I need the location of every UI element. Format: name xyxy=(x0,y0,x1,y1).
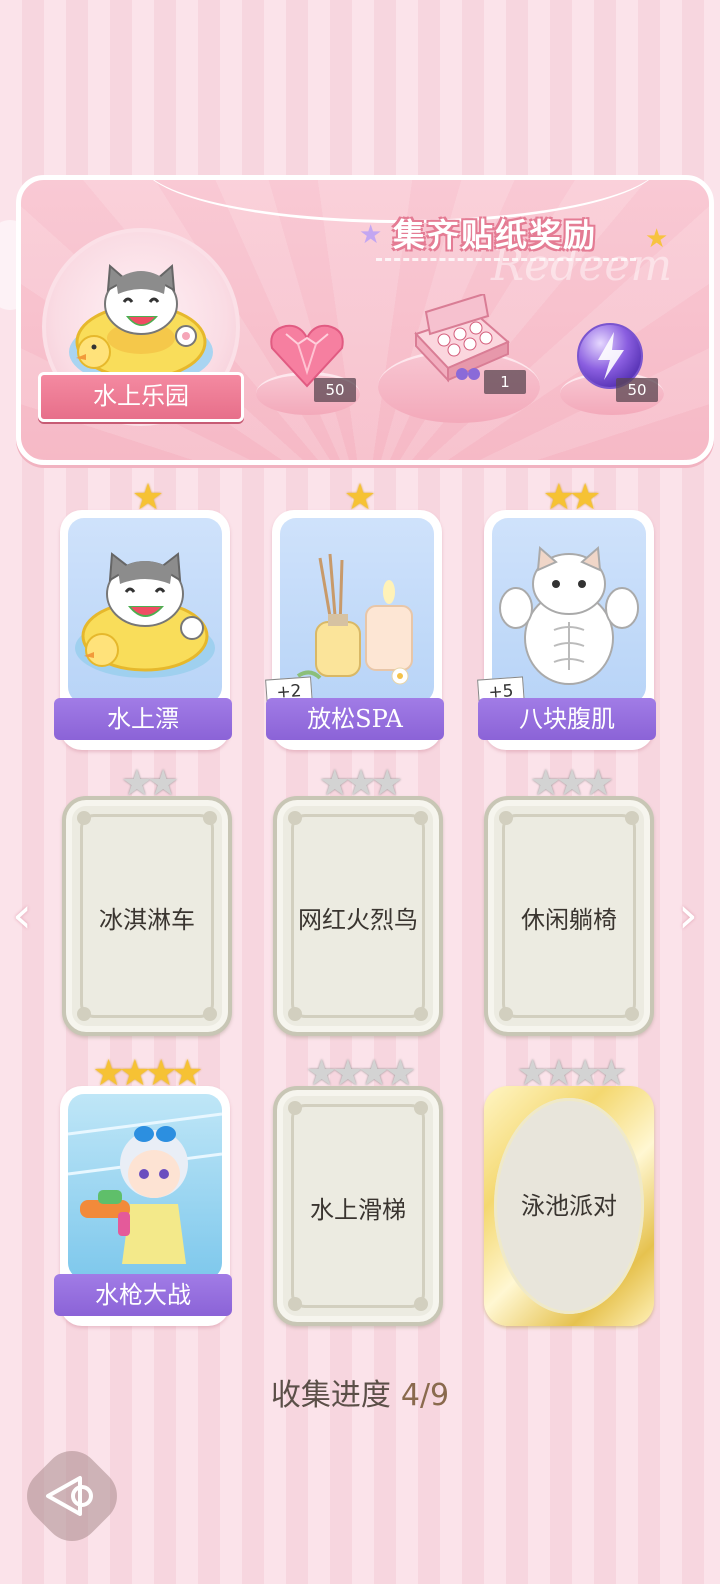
card-frame: 泳池派对 xyxy=(484,1086,654,1326)
card-art xyxy=(280,518,434,703)
cat-in-float-icon xyxy=(75,552,215,678)
water-gun-boy-icon xyxy=(68,1112,222,1264)
sticker-card-locked[interactable]: ★★ 冰淇淋车 xyxy=(62,764,232,1036)
reward-count: 1 xyxy=(484,370,526,394)
reward-count: 50 xyxy=(616,378,658,402)
corner-ornament xyxy=(499,811,513,825)
sticker-card-locked[interactable]: ★★★ 网红火烈鸟 xyxy=(273,764,443,1036)
card-label: 水上漂 xyxy=(54,698,232,740)
corner-ornament xyxy=(625,811,639,825)
banner-title: 集齐贴纸奖励 xyxy=(393,216,598,254)
next-page-button[interactable]: › xyxy=(670,885,706,945)
album-name-label: 水上乐园 xyxy=(38,372,244,422)
card-name: 泳池派对 xyxy=(521,1192,617,1220)
star-deco-icon: ★ xyxy=(645,224,669,254)
corner-ornament xyxy=(288,1101,302,1115)
corner-ornament xyxy=(414,811,428,825)
corner-ornament xyxy=(288,1297,302,1311)
star-deco-icon: ★ xyxy=(359,220,383,250)
sticker-card[interactable]: ★ +2 放松SPA xyxy=(265,478,444,750)
muscle-cat-icon xyxy=(499,545,639,685)
corner-ornament xyxy=(288,1007,302,1021)
back-arrow-icon xyxy=(32,1456,112,1536)
corner-ornament xyxy=(499,1007,513,1021)
sticker-card-gold-locked[interactable]: ★★★★ 泳池派对 xyxy=(484,1054,654,1326)
corner-ornament xyxy=(414,1297,428,1311)
card-label: 放松SPA xyxy=(266,698,444,740)
card-name: 冰淇淋车 xyxy=(99,906,195,934)
sticker-card[interactable]: ★★★★ 水枪大战 xyxy=(54,1054,232,1326)
card-name: 水上滑梯 xyxy=(310,1196,406,1224)
card-frame: 冰淇淋车 xyxy=(62,796,232,1036)
corner-ornament xyxy=(203,811,217,825)
sticker-card-locked[interactable]: ★★★ 休闲躺椅 xyxy=(484,764,654,1036)
card-frame: 水上滑梯 xyxy=(273,1086,443,1326)
corner-ornament xyxy=(288,811,302,825)
corner-ornament xyxy=(414,1101,428,1115)
reward-count: 50 xyxy=(314,378,356,402)
card-frame: 网红火烈鸟 xyxy=(273,796,443,1036)
corner-ornament xyxy=(203,1007,217,1021)
spa-candle-icon xyxy=(296,553,413,685)
sticker-card-locked[interactable]: ★★★★ 水上滑梯 xyxy=(273,1054,443,1326)
corner-ornament xyxy=(77,811,91,825)
progress-value: 4/9 xyxy=(400,1378,450,1413)
card-name: 休闲躺椅 xyxy=(521,906,617,934)
card-frame: 休闲躺椅 xyxy=(484,796,654,1036)
previous-page-button[interactable]: ‹ xyxy=(4,885,40,945)
card-art xyxy=(492,518,646,703)
card-label: 水枪大战 xyxy=(54,1274,232,1316)
corner-ornament xyxy=(414,1007,428,1021)
corner-ornament xyxy=(625,1007,639,1021)
corner-ornament xyxy=(77,1007,91,1021)
card-art xyxy=(68,518,222,703)
card-label: 八块腹肌 xyxy=(478,698,656,740)
sticker-card[interactable]: ★★ +5 八块腹肌 xyxy=(477,478,656,750)
collection-progress: 收集进度 4/9 xyxy=(0,1370,720,1414)
title-underline xyxy=(376,258,636,261)
progress-label: 收集进度 xyxy=(270,1378,391,1413)
sticker-card[interactable]: ★ 水上漂 xyxy=(54,478,232,750)
card-art xyxy=(68,1094,222,1279)
card-name: 网红火烈鸟 xyxy=(298,906,418,934)
